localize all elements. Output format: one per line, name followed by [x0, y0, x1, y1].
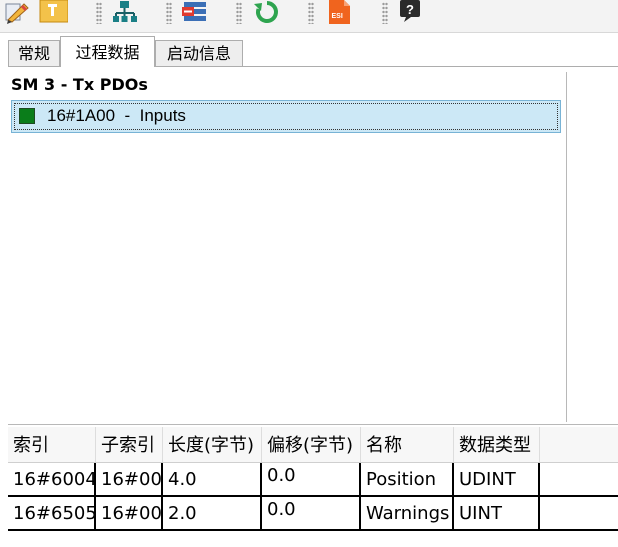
esi-label: ESI: [332, 13, 343, 20]
tab-general[interactable]: 常规: [8, 40, 60, 66]
toolbar-grip[interactable]: [166, 2, 172, 24]
cell-length: 2.0: [163, 497, 262, 529]
help-label: ?: [406, 2, 414, 17]
tab-process-data[interactable]: 过程数据: [60, 36, 155, 67]
cell-length: 4.0: [163, 463, 262, 495]
cell-datatype: UDINT: [454, 463, 540, 495]
table-row[interactable]: 16#6505 16#00 2.0 0.0 Warnings UINT: [8, 497, 618, 531]
cell-name: Warnings: [361, 497, 454, 529]
toolbar-grip[interactable]: [308, 2, 314, 24]
toolbar-grip[interactable]: [382, 2, 388, 24]
yellow-box-icon[interactable]: [38, 0, 69, 24]
horizontal-splitter[interactable]: [8, 424, 618, 425]
cell-index: 16#6004: [8, 463, 97, 495]
esi-file-icon[interactable]: ESI: [324, 0, 354, 24]
column-header-index[interactable]: 索引: [8, 427, 96, 462]
pdo-checkbox[interactable]: [19, 108, 35, 124]
cell-name: Position: [361, 463, 454, 495]
column-header-length[interactable]: 长度(字节): [163, 427, 262, 462]
network-tree-icon[interactable]: [110, 0, 140, 24]
cell-subindex: 16#00: [96, 463, 163, 495]
cell-datatype: UINT: [454, 497, 540, 529]
table-row[interactable]: 16#6004 16#00 4.0 0.0 Position UDINT: [8, 463, 618, 497]
list-remove-icon[interactable]: [180, 0, 210, 24]
column-header-datatype[interactable]: 数据类型: [454, 427, 540, 462]
toolbar: ESI ?: [0, 0, 618, 33]
cell-offset: 0.0: [262, 497, 361, 529]
toolbar-grip[interactable]: [96, 2, 102, 24]
refresh-icon[interactable]: [252, 0, 282, 24]
sync-manager-title: SM 3 - Tx PDOs: [11, 75, 148, 94]
column-header-subindex[interactable]: 子索引: [96, 427, 163, 462]
tab-startup-info[interactable]: 启动信息: [155, 40, 243, 66]
pdo-list-item[interactable]: 16#1A00 - Inputs: [11, 100, 561, 133]
cell-index: 16#6505: [8, 497, 97, 529]
help-question-icon[interactable]: ?: [396, 0, 426, 24]
cell-offset: 0.0: [262, 463, 361, 495]
edit-pencil-icon[interactable]: [0, 0, 30, 24]
cell-subindex: 16#00: [96, 497, 163, 529]
vertical-splitter[interactable]: [566, 72, 567, 422]
table-header: 索引 子索引 长度(字节) 偏移(字节) 名称 数据类型: [8, 427, 618, 463]
column-header-offset[interactable]: 偏移(字节): [262, 427, 361, 462]
column-header-name[interactable]: 名称: [361, 427, 454, 462]
pdo-label: 16#1A00 - Inputs: [47, 106, 186, 125]
toolbar-grip[interactable]: [236, 2, 242, 24]
